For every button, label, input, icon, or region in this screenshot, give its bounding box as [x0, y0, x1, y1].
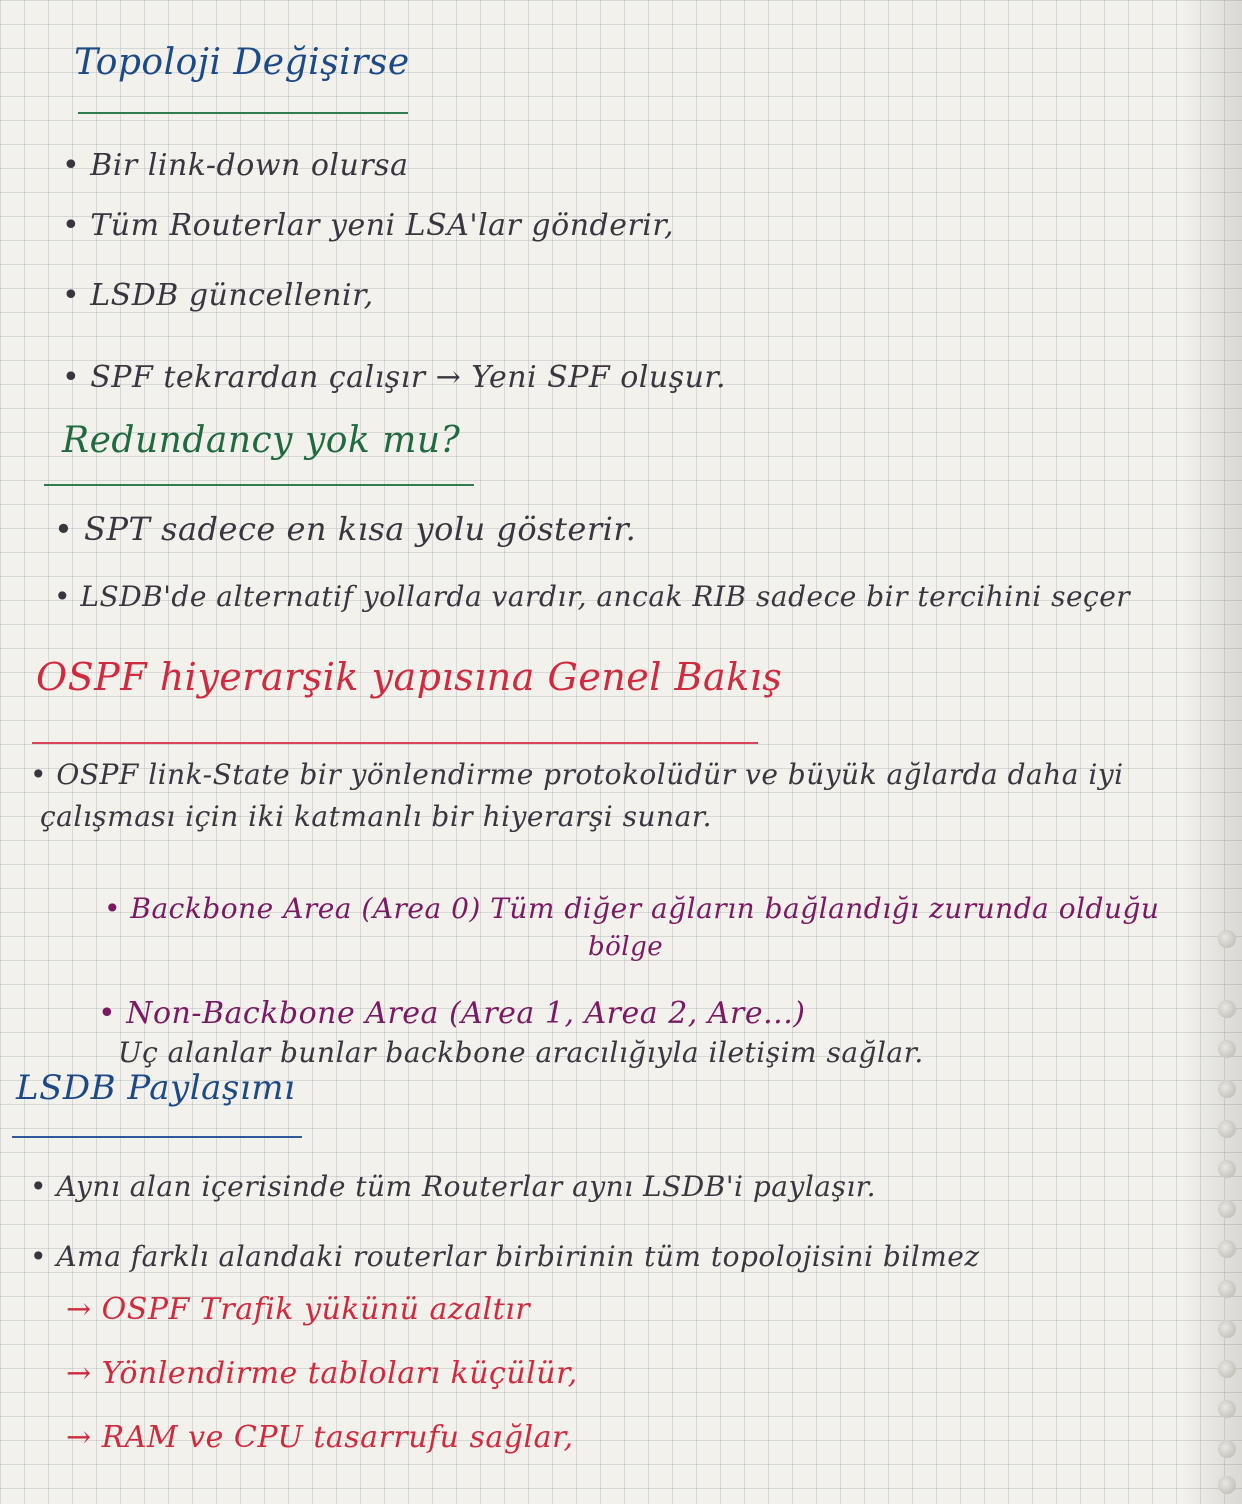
note-line: • OSPF link-State bir yönlendirme protok… [30, 758, 1124, 791]
spiral-binding [1206, 0, 1236, 1504]
note-line: → Yönlendirme tabloları küçülür, [66, 1356, 578, 1391]
heading-underline [32, 742, 758, 744]
heading-lsdb: LSDB Paylaşımı [16, 1068, 296, 1108]
note-line: • Ama farklı alandaki routerlar birbirin… [30, 1240, 980, 1273]
heading-underline [12, 1136, 302, 1138]
spiral-hole-icon [1218, 1400, 1236, 1418]
note-line: • SPF tekrardan çalışır → Yeni SPF oluşu… [62, 360, 727, 395]
spiral-hole-icon [1218, 1440, 1236, 1458]
spiral-hole-icon [1218, 1040, 1236, 1058]
note-line: • Bir link-down olursa [62, 148, 409, 183]
note-line: çalışması için iki katmanlı bir hiyerarş… [40, 800, 712, 833]
heading-ospf: OSPF hiyerarşik yapısına Genel Bakış [36, 655, 783, 699]
heading-underline [78, 112, 408, 114]
note-line: • SPT sadece en kısa yolu gösterir. [54, 510, 637, 548]
note-line: • Tüm Routerlar yeni LSA'lar gönderir, [62, 208, 674, 243]
note-line: → RAM ve CPU tasarrufu sağlar, [66, 1420, 574, 1455]
note-line: • LSDB güncellenir, [62, 278, 374, 313]
note-line: Uç alanlar bunlar backbone aracılığıyla … [118, 1036, 924, 1069]
note-line: • Non-Backbone Area (Area 1, Area 2, Are… [98, 996, 806, 1031]
note-line: bölge [588, 932, 664, 962]
note-line: • Aynı alan içerisinde tüm Routerlar ayn… [30, 1170, 877, 1203]
spiral-hole-icon [1218, 1200, 1236, 1218]
spiral-hole-icon [1218, 1360, 1236, 1378]
heading-redundancy: Redundancy yok mu? [62, 420, 461, 461]
spiral-hole-icon [1218, 1000, 1236, 1018]
note-line: → OSPF Trafik yükünü azaltır [66, 1292, 531, 1327]
heading-topoloji: Topoloji Değişirse [74, 42, 410, 83]
spiral-hole-icon [1218, 1320, 1236, 1338]
spiral-hole-icon [1218, 1240, 1236, 1258]
spiral-hole-icon [1218, 1080, 1236, 1098]
heading-underline [44, 484, 474, 486]
note-line: • LSDB'de alternatif yollarda vardır, an… [54, 580, 1131, 613]
spiral-hole-icon [1218, 1120, 1236, 1138]
spiral-hole-icon [1218, 1280, 1236, 1298]
note-line: • Backbone Area (Area 0) Tüm diğer ağlar… [104, 892, 1160, 925]
spiral-hole-icon [1218, 930, 1236, 948]
spiral-hole-icon [1218, 1160, 1236, 1178]
spiral-hole-icon [1218, 1476, 1236, 1494]
